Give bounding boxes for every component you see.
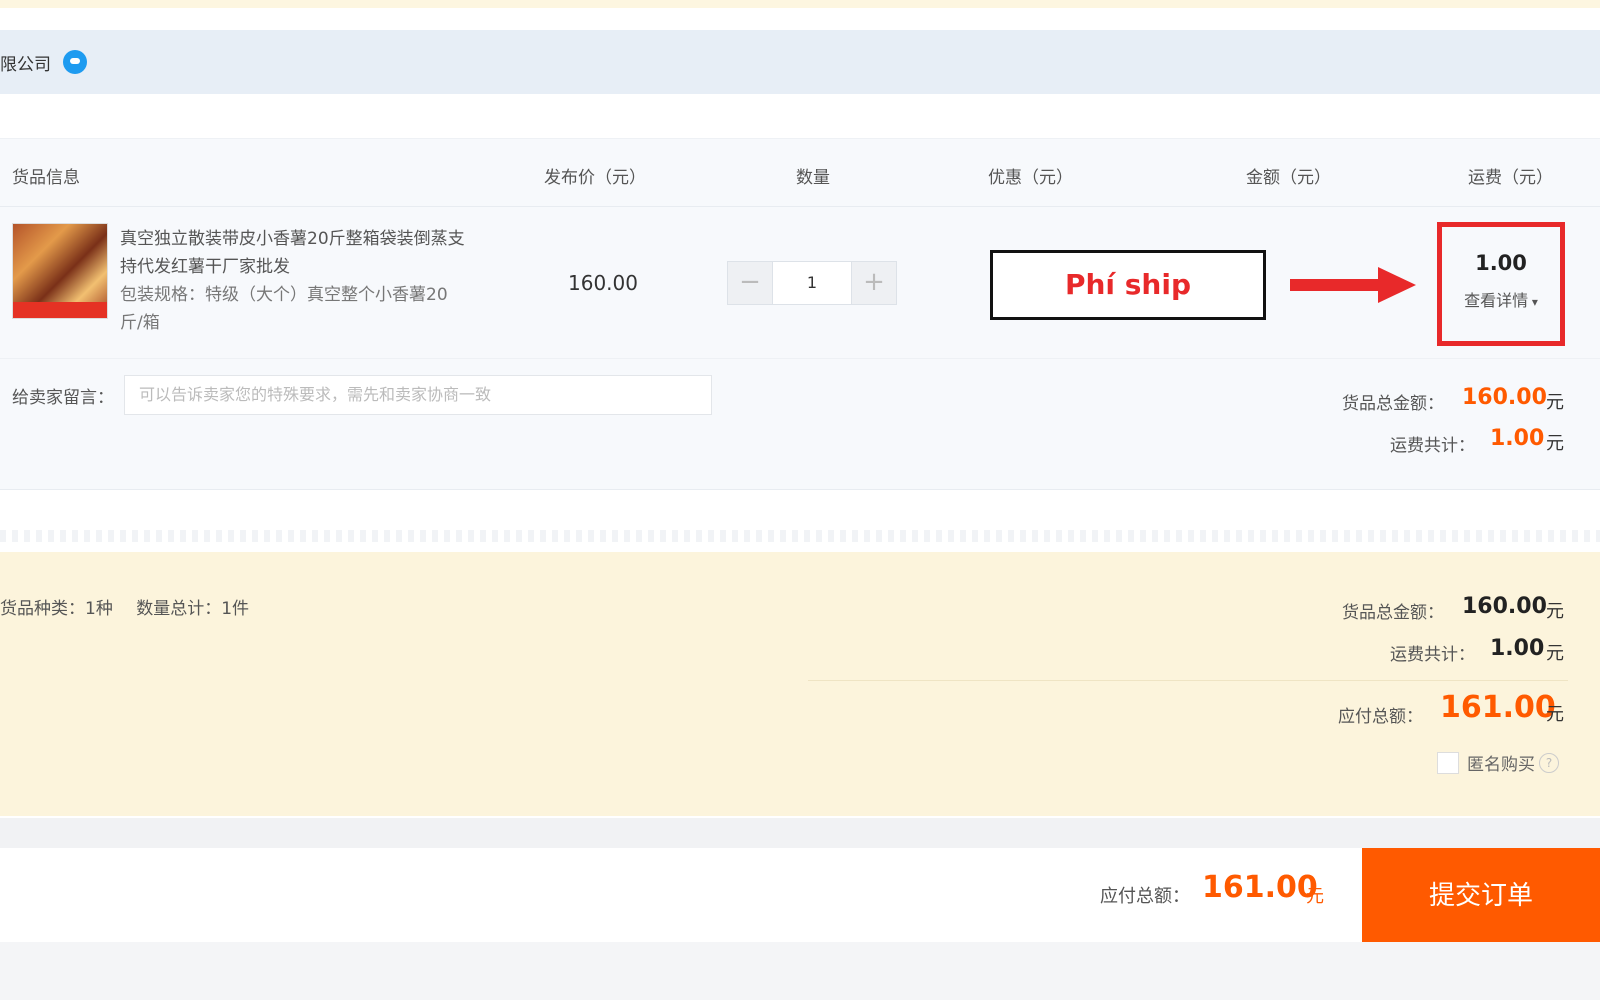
- wangwang-chat-icon[interactable]: [63, 50, 87, 74]
- page-bottom: [0, 942, 1600, 1000]
- unit-price: 160.00: [568, 271, 638, 295]
- summary-total-value: 161.00: [1440, 690, 1556, 725]
- summary-shipping-unit: 元: [1546, 643, 1564, 664]
- summary-count: 数量总计：1件: [136, 599, 250, 619]
- increment-button[interactable]: +: [852, 262, 896, 304]
- subtotal-shipping-value: 1.00: [1490, 426, 1545, 451]
- shipping-highlight: 1.00 查看详情: [1437, 222, 1565, 346]
- anonymous-checkbox[interactable]: [1437, 751, 1459, 774]
- spacer: [0, 818, 1600, 848]
- checkout-footer: 应付总额： 161.00 元 提交订单: [0, 848, 1600, 942]
- decrement-button[interactable]: −: [728, 262, 772, 304]
- order-table: 货品信息 发布价（元） 数量 优惠（元） 金额（元） 运费（元） 真空独立散装带…: [0, 138, 1600, 490]
- header-product: 货品信息: [12, 168, 80, 188]
- table-header: 货品信息 发布价（元） 数量 优惠（元） 金额（元） 运费（元）: [0, 139, 1600, 207]
- summary-kinds: 货品种类：1种: [0, 599, 113, 619]
- summary-goods-unit: 元: [1546, 601, 1564, 622]
- footer-total-label: 应付总额：: [1100, 886, 1190, 907]
- shop-name[interactable]: 限公司: [0, 50, 51, 75]
- anonymous-label: 匿名购买: [1467, 755, 1535, 775]
- subtotal-shipping-label: 运费共计：: [1390, 436, 1475, 456]
- table-row: 真空独立散装带皮小香薯20斤整箱袋装倒蒸支持代发红薯干厂家批发 包装规格：特级（…: [0, 207, 1600, 359]
- summary-counts: 货品种类：1种 数量总计：1件: [0, 594, 267, 619]
- footer-total-value: 161.00: [1202, 870, 1318, 905]
- annotation-arrow-icon: [1290, 267, 1416, 303]
- shop-header: 限公司: [0, 30, 1600, 94]
- summary-total-label: 应付总额：: [1338, 707, 1423, 727]
- product-spec: 包装规格：特级（大个）真空整个小香薯20斤/箱: [120, 285, 448, 333]
- subtotal-goods-unit: 元: [1546, 392, 1564, 413]
- annotation-label: Phí ship: [990, 250, 1266, 320]
- footer-total-unit: 元: [1306, 886, 1324, 907]
- submit-order-button[interactable]: 提交订单: [1362, 848, 1600, 942]
- order-summary: 货品种类：1种 数量总计：1件 货品总金额： 160.00 元 运费共计： 1.…: [0, 552, 1600, 816]
- subtotal-goods-value: 160.00: [1462, 385, 1547, 410]
- header-discount: 优惠（元）: [988, 168, 1073, 188]
- divider: [0, 530, 1600, 542]
- memo-label: 给卖家留言：: [12, 388, 114, 408]
- product-thumbnail[interactable]: [12, 223, 108, 319]
- subtotal-goods-label: 货品总金额：: [1342, 394, 1444, 414]
- top-strip: [0, 0, 1600, 8]
- header-quantity: 数量: [796, 168, 830, 188]
- summary-shipping-label: 运费共计：: [1390, 645, 1475, 665]
- product-title[interactable]: 真空独立散装带皮小香薯20斤整箱袋装倒蒸支持代发红薯干厂家批发: [120, 225, 470, 281]
- shipping-detail-toggle[interactable]: 查看详情: [1442, 287, 1560, 311]
- summary-goods-label: 货品总金额：: [1342, 603, 1444, 623]
- summary-divider: [808, 680, 1568, 681]
- shipping-fee: 1.00: [1475, 251, 1527, 275]
- quantity-stepper: − 1 +: [727, 261, 897, 305]
- header-price: 发布价（元）: [544, 168, 646, 188]
- header-amount: 金额（元）: [1246, 168, 1331, 188]
- help-icon[interactable]: ?: [1539, 752, 1559, 773]
- summary-total-unit: 元: [1546, 704, 1564, 725]
- header-shipping: 运费（元）: [1468, 168, 1553, 188]
- memo-input[interactable]: 可以告诉卖家您的特殊要求，需先和卖家协商一致: [124, 375, 712, 415]
- summary-goods-value: 160.00: [1462, 594, 1547, 619]
- summary-shipping-value: 1.00: [1490, 636, 1545, 661]
- anonymous-purchase[interactable]: 匿名购买 ?: [1437, 750, 1559, 775]
- subtotal-shipping-unit: 元: [1546, 433, 1564, 454]
- quantity-input[interactable]: 1: [772, 262, 852, 304]
